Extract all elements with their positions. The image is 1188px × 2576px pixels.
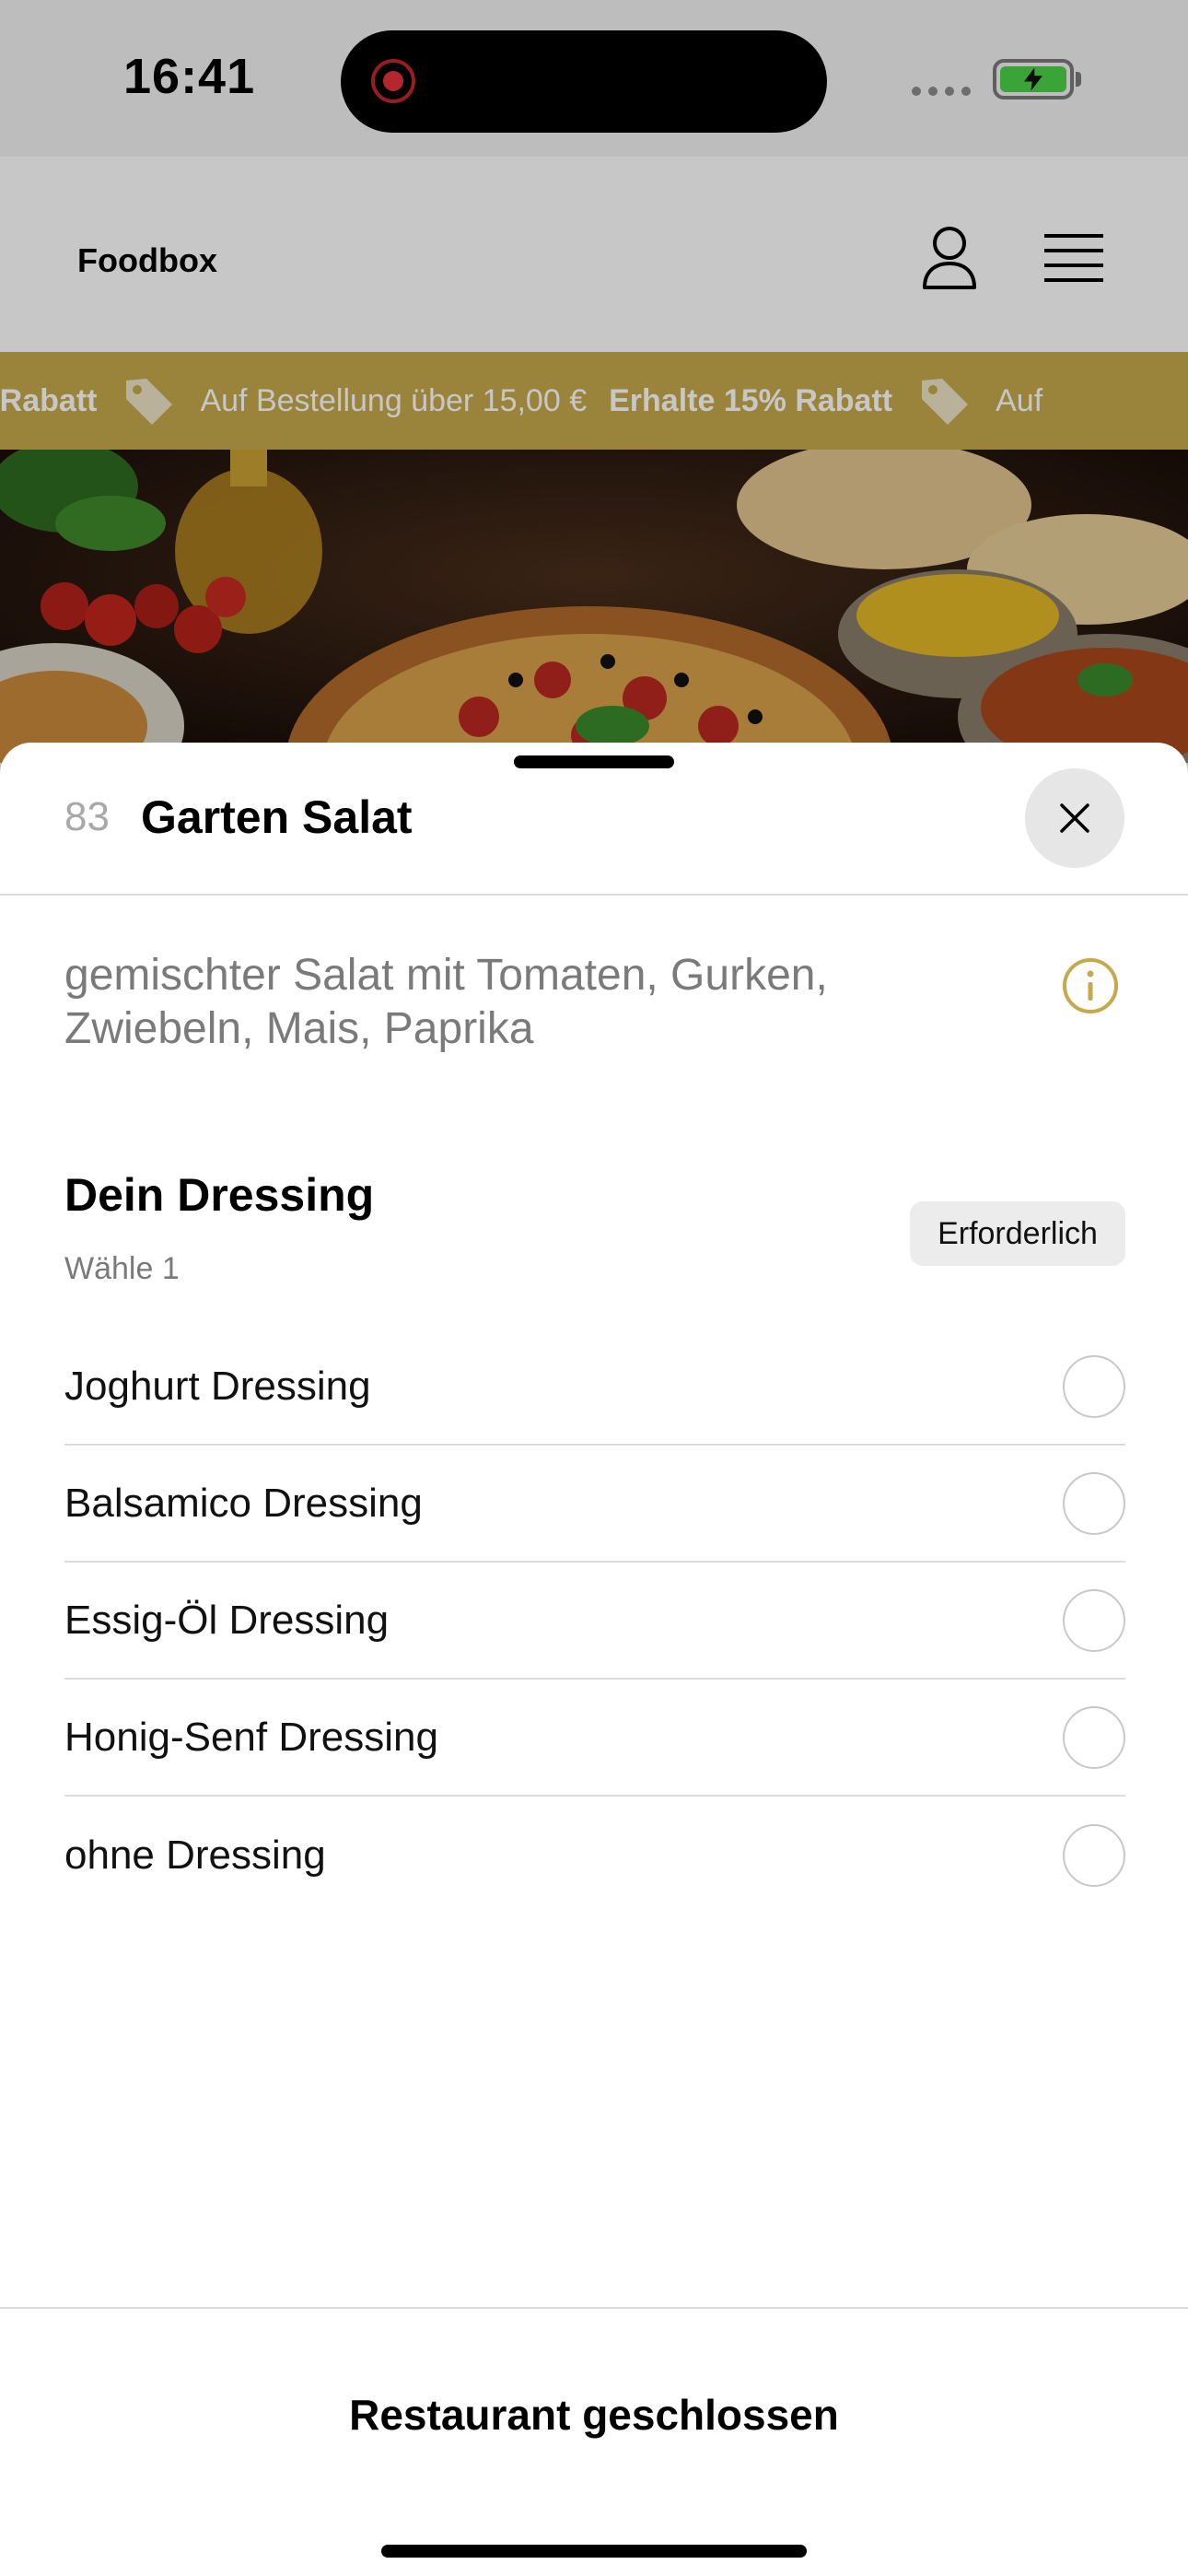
radio-button[interactable] (1063, 1588, 1125, 1652)
dressing-option[interactable]: Essig-Öl Dressing (64, 1563, 1125, 1680)
option-label: Balsamico Dressing (64, 1480, 423, 1526)
option-label: Essig-Öl Dressing (64, 1597, 390, 1643)
option-label: Joghurt Dressing (64, 1363, 371, 1409)
option-label: ohne Dressing (64, 1832, 326, 1878)
radio-button[interactable] (1063, 1354, 1125, 1418)
radio-button[interactable] (1063, 1705, 1125, 1769)
dressing-options-list: Joghurt Dressing Balsamico Dressing Essi… (64, 1329, 1125, 1914)
info-icon[interactable] (1061, 956, 1120, 1015)
close-icon (1060, 803, 1089, 833)
dressing-section-title: Dein Dressing (64, 1169, 375, 1221)
dressing-option[interactable]: Joghurt Dressing (64, 1329, 1125, 1446)
dressing-option[interactable]: ohne Dressing (64, 1797, 1125, 1914)
close-button[interactable] (1025, 768, 1124, 868)
sheet-header: 83 Garten Salat (0, 743, 1188, 896)
dressing-section-subtitle: Wähle 1 (64, 1251, 180, 1286)
radio-button[interactable] (1063, 1471, 1125, 1535)
dressing-option[interactable]: Honig-Senf Dressing (64, 1680, 1125, 1797)
restaurant-closed-label: Restaurant geschlossen (349, 2391, 839, 2439)
item-description: gemischter Salat mit Tomaten, Gurken, Zw… (64, 951, 828, 1053)
sheet-footer: Restaurant geschlossen (0, 2307, 1188, 2576)
item-number: 83 (64, 794, 110, 839)
option-label: Honig-Senf Dressing (64, 1714, 438, 1760)
item-options-sheet: 83 Garten Salat gemischter Salat mit Tom… (0, 743, 1188, 2576)
home-indicator[interactable] (381, 2545, 807, 2558)
radio-button[interactable] (1063, 1823, 1125, 1887)
required-badge: Erforderlich (910, 1201, 1125, 1266)
item-title: Garten Salat (141, 791, 413, 843)
dressing-option[interactable]: Balsamico Dressing (64, 1446, 1125, 1563)
